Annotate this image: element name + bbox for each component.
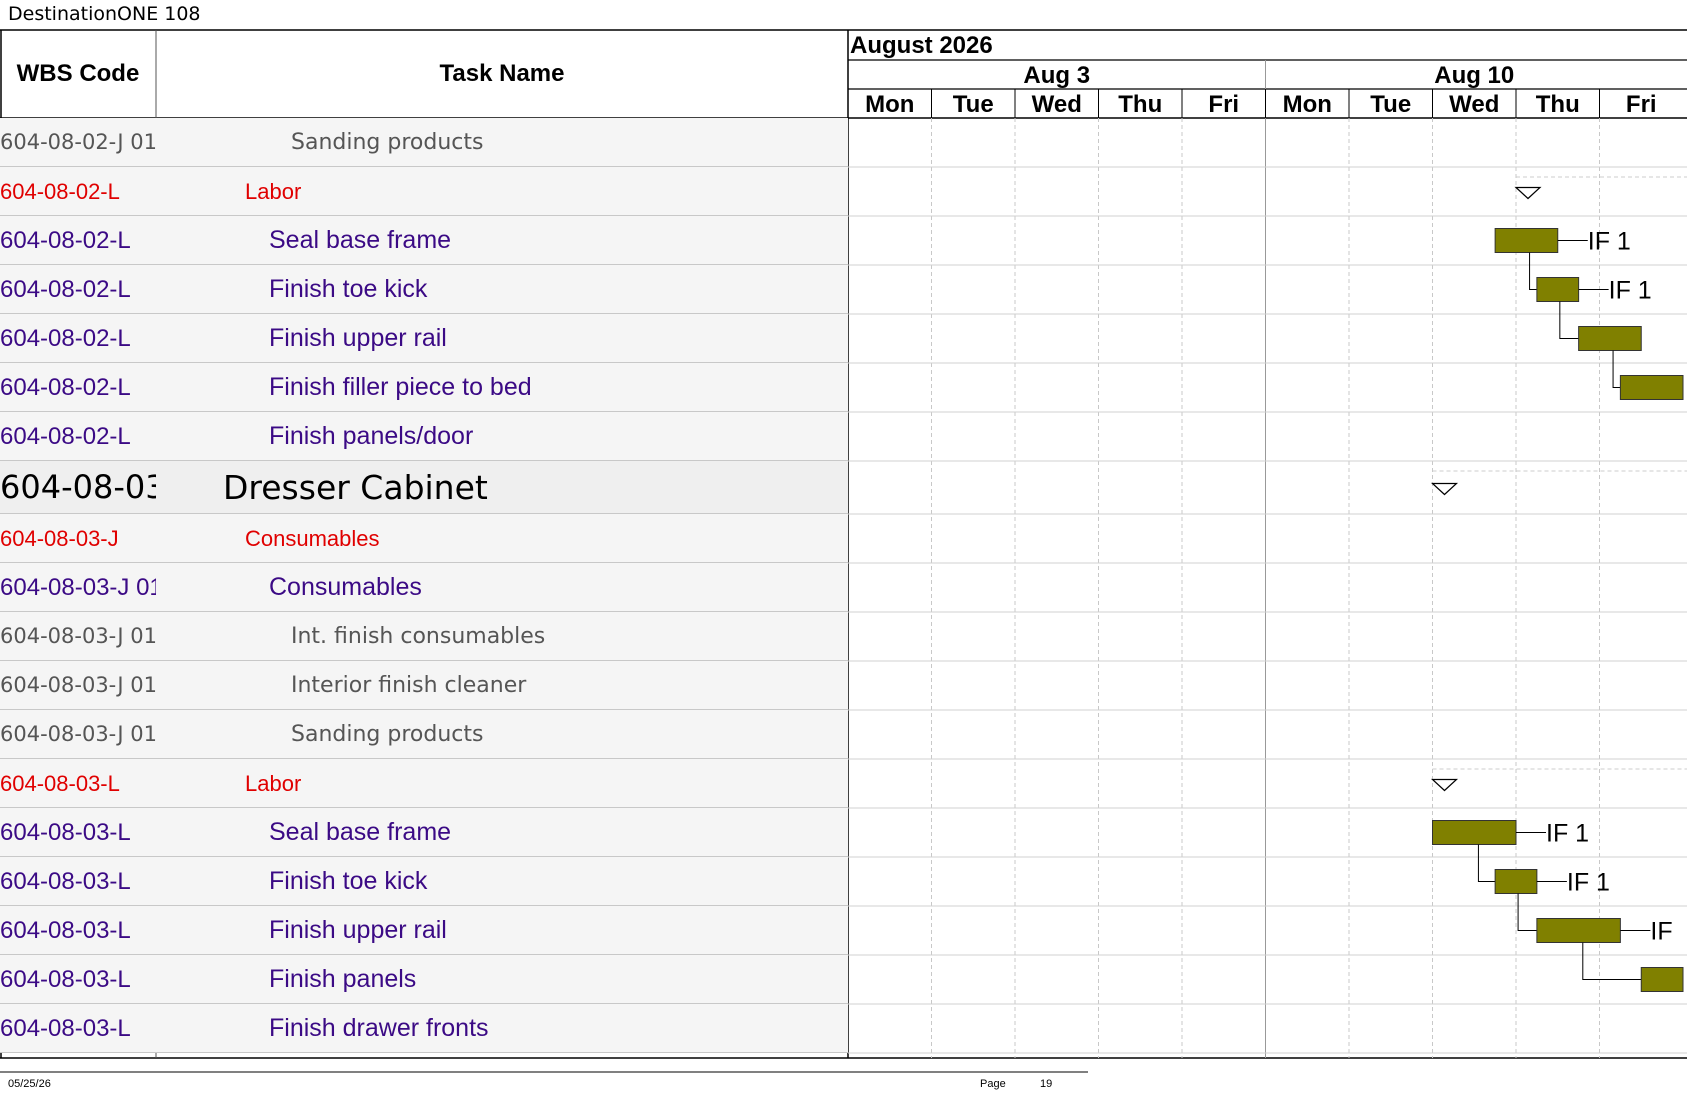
- task-bar: [1619, 375, 1684, 400]
- day-label: Tue: [1370, 91, 1411, 118]
- wbs-code-cell: 604-08-03-J 01: [0, 574, 156, 601]
- task-row[interactable]: 604-08-03-J 01 Interior finish cleaner: [0, 661, 848, 710]
- wbs-code-cell: 604-08-03-L: [0, 1015, 131, 1042]
- task-name-cell: Finish panels: [269, 965, 417, 993]
- task-name-cell: Finish toe kick: [269, 275, 428, 303]
- task-row[interactable]: 604-08-03-L Seal base frame: [0, 808, 848, 857]
- task-row[interactable]: 604-08-02-L Finish upper rail: [0, 314, 848, 363]
- task-row[interactable]: 604-08-02-L Finish toe kick: [0, 265, 848, 314]
- wbs-code-cell: 604-08-02-J 01: [0, 130, 156, 154]
- task-name-cell: Finish upper rail: [269, 324, 447, 352]
- task-name-cell: Labor: [245, 771, 302, 796]
- task-row[interactable]: 604-08-03-J Consumables: [0, 514, 848, 563]
- task-name-cell: Seal base frame: [269, 226, 452, 254]
- task-row[interactable]: 604-08-03 Dresser Cabinet: [0, 461, 848, 514]
- task-name-cell: Consumables: [245, 526, 380, 551]
- task-name-cell: Consumables: [269, 573, 422, 601]
- task-name-cell: Finish drawer fronts: [269, 1014, 489, 1042]
- day-label: Wed: [1032, 91, 1082, 118]
- day-label: Thu: [1536, 91, 1580, 118]
- day-label: Mon: [1283, 91, 1332, 118]
- dependency-link: [1517, 893, 1537, 931]
- task-bar: [1536, 277, 1580, 302]
- task-row[interactable]: 604-08-02-J 01 Sanding products: [0, 118, 848, 167]
- day-label: Thu: [1118, 91, 1162, 118]
- task-row[interactable]: 604-08-02-L Seal base frame: [0, 216, 848, 265]
- bar-label: IF 1: [1588, 228, 1631, 256]
- dependency-link: [1559, 301, 1579, 339]
- week-label: Aug 10: [1434, 62, 1514, 89]
- task-row[interactable]: 604-08-02-L Finish filler piece to bed: [0, 363, 848, 412]
- week-label: Aug 3: [1023, 62, 1090, 89]
- task-bar: [1494, 228, 1559, 253]
- wbs-code-cell: 604-08-03-J: [0, 526, 119, 551]
- task-bar: [1432, 820, 1517, 845]
- task-name-cell: Labor: [245, 179, 302, 204]
- task-bar: [1494, 869, 1538, 894]
- wbs-code-cell: 604-08-02-L: [0, 227, 131, 254]
- day-label: Wed: [1449, 91, 1499, 118]
- task-name-cell: Finish upper rail: [269, 916, 447, 944]
- bar-label: IF 1: [1546, 820, 1589, 848]
- wbs-code-cell: 604-08-02-L: [0, 276, 131, 303]
- task-row[interactable]: 604-08-03-L Finish upper rail: [0, 906, 848, 955]
- wbs-code-cell: 604-08-03-L: [0, 966, 131, 993]
- bar-label: IF 1: [1609, 277, 1652, 305]
- wbs-code-cell: 604-08-02-L: [0, 179, 120, 204]
- task-row[interactable]: 604-08-03-J 01 Int. finish consumables: [0, 612, 848, 661]
- dependency-link: [1612, 350, 1621, 388]
- column-header-wbs[interactable]: WBS Code: [0, 30, 156, 118]
- task-name-cell: Dresser Cabinet: [223, 468, 488, 507]
- day-label: Fri: [1626, 91, 1657, 118]
- summary-marker: [1430, 778, 1459, 792]
- wbs-code-cell: 604-08-03-J 01: [0, 624, 156, 648]
- wbs-code-cell: 604-08-03-L: [0, 771, 120, 796]
- task-bar: [1578, 326, 1642, 351]
- column-header-task-name[interactable]: Task Name: [157, 30, 847, 118]
- task-name-cell: Finish filler piece to bed: [269, 373, 532, 401]
- wbs-code-cell: 604-08-03-L: [0, 819, 131, 846]
- task-name-cell: Finish panels/door: [269, 422, 474, 450]
- task-row[interactable]: 604-08-03-L Finish panels: [0, 955, 848, 1004]
- wbs-code-cell: 604-08-02-L: [0, 374, 131, 401]
- wbs-code-cell: 604-08-02-L: [0, 423, 131, 450]
- task-bar: [1536, 918, 1621, 943]
- task-bar: [1640, 967, 1684, 992]
- wbs-code-cell: 604-08-03-J 01: [0, 722, 156, 746]
- task-row[interactable]: 604-08-03-J 01 Consumables: [0, 563, 848, 612]
- month-label: August 2026: [850, 32, 993, 59]
- dependency-link: [1477, 844, 1496, 882]
- day-label: Tue: [953, 91, 994, 118]
- dependency-link: [1582, 942, 1642, 980]
- day-label: Fri: [1208, 91, 1239, 118]
- task-row[interactable]: 604-08-03-L Labor: [0, 759, 848, 808]
- task-row[interactable]: 604-08-03-L Finish drawer fronts: [0, 1004, 848, 1053]
- gantt-chart: August 2026 Aug 3 Aug 10 Mon Tue Wed Thu Fri Mon…: [848, 32, 1687, 1058]
- wbs-code-cell: 604-08-03-L: [0, 868, 131, 895]
- footer-page-number: 19: [1040, 1078, 1053, 1090]
- task-name-cell: Seal base frame: [269, 818, 452, 846]
- task-name-cell: Finish toe kick: [269, 867, 428, 895]
- summary-marker: [1514, 186, 1542, 200]
- wbs-code-cell: 604-08-03: [0, 468, 156, 506]
- bar-label: IF: [1650, 918, 1672, 946]
- wbs-code-cell: 604-08-02-L: [0, 325, 131, 352]
- task-row[interactable]: 604-08-03-L Finish toe kick: [0, 857, 848, 906]
- summary-marker: [1430, 482, 1459, 496]
- task-row[interactable]: 604-08-02-L Labor: [0, 167, 848, 216]
- day-label: Mon: [865, 91, 914, 118]
- task-row[interactable]: 604-08-02-L Finish panels/door: [0, 412, 848, 461]
- task-row[interactable]: 604-08-03-J 01 Sanding products: [0, 710, 848, 759]
- bar-label: IF 1: [1567, 869, 1610, 897]
- dependency-link: [1529, 252, 1537, 290]
- wbs-code-cell: 604-08-03-L: [0, 917, 131, 944]
- wbs-code-cell: 604-08-03-J 01: [0, 673, 156, 697]
- footer-date: 05/25/26: [8, 1078, 51, 1090]
- footer-page-label: Page: [980, 1078, 1006, 1090]
